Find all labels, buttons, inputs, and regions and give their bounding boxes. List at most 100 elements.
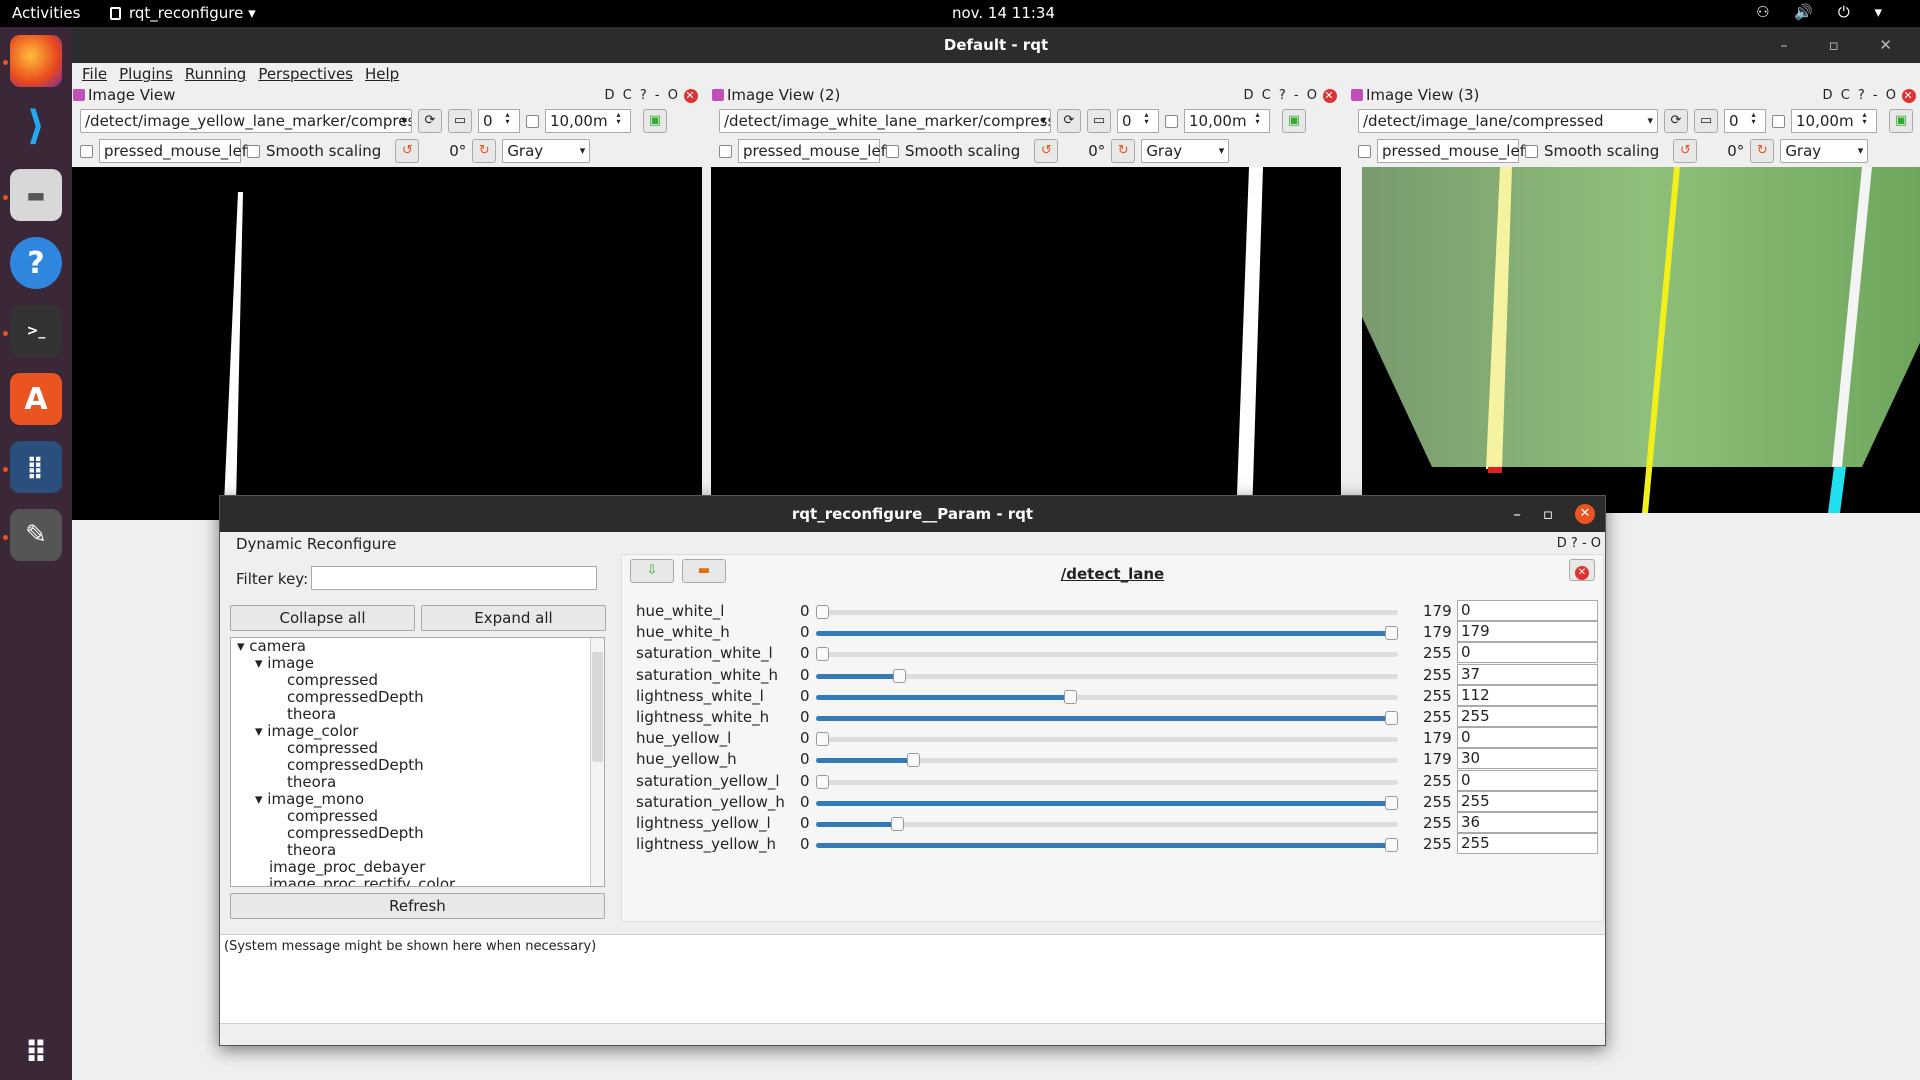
zoom-spinbox[interactable]: 10,00m xyxy=(1184,109,1270,133)
param-slider[interactable] xyxy=(816,838,1398,853)
menu-running[interactable]: Running xyxy=(185,65,246,83)
dynamic-range-checkbox[interactable] xyxy=(526,114,539,128)
show-apps-icon[interactable]: ⠿ xyxy=(10,1027,62,1079)
maximize-icon[interactable]: ▫ xyxy=(1543,496,1553,532)
terminal-icon[interactable]: >_ xyxy=(10,305,62,357)
close-icon[interactable]: ✕ xyxy=(1575,504,1595,524)
param-slider[interactable] xyxy=(816,774,1398,789)
files-icon[interactable]: ▬ xyxy=(10,169,62,221)
mouse-checkbox[interactable] xyxy=(719,144,732,158)
param-value-input[interactable]: 179 xyxy=(1457,621,1598,643)
param-slider[interactable] xyxy=(816,668,1398,683)
clock[interactable]: nov. 14 11:34 xyxy=(952,4,1055,22)
color-scheme-select[interactable]: Gray xyxy=(502,139,591,163)
dock-controls[interactable]: D C ? - O ✕ xyxy=(1244,86,1337,106)
param-value-input[interactable]: 0 xyxy=(1457,600,1598,621)
param-slider[interactable] xyxy=(816,711,1398,725)
topic-select[interactable]: /detect/image_yellow_lane_marker/compres xyxy=(80,109,412,133)
tree-item[interactable]: compressedDepth xyxy=(231,757,604,774)
system-tray[interactable]: ⚇ 🔊 ⏻ ▾ xyxy=(1756,3,1892,21)
close-icon[interactable]: ✕ xyxy=(1323,89,1337,103)
dynamic-range-checkbox[interactable] xyxy=(1772,114,1785,128)
mouse-topic-input[interactable]: pressed_mouse_left xyxy=(1377,139,1531,163)
save-image-button[interactable]: ▭ xyxy=(1087,109,1111,133)
slider-handle[interactable] xyxy=(1385,626,1398,641)
dock-controls[interactable]: D C ? - O ✕ xyxy=(605,86,698,106)
tree-item[interactable]: image_proc_debayer xyxy=(231,859,604,876)
slider-handle[interactable] xyxy=(907,753,920,768)
param-value-input[interactable]: 37 xyxy=(1457,663,1598,685)
param-value-input[interactable]: 36 xyxy=(1457,812,1598,833)
param-value-input[interactable]: 0 xyxy=(1457,769,1598,791)
param-value-input[interactable]: 0 xyxy=(1457,727,1598,749)
zoom-spinbox[interactable]: 10,00m xyxy=(1791,109,1877,133)
tree-item[interactable]: compressedDepth xyxy=(231,689,604,706)
save-image-button[interactable]: ▭ xyxy=(1694,109,1718,133)
rotate-left-icon[interactable]: ↺ xyxy=(1034,139,1059,163)
param-value-input[interactable]: 255 xyxy=(1457,706,1598,727)
param-slider[interactable] xyxy=(816,605,1398,619)
param-slider[interactable] xyxy=(816,753,1398,768)
scrollbar-thumb[interactable] xyxy=(592,652,603,762)
dynamic-range-checkbox[interactable] xyxy=(1165,114,1178,128)
param-slider[interactable] xyxy=(816,626,1398,641)
color-scheme-select[interactable]: Gray xyxy=(1141,139,1230,163)
tree-item[interactable]: image_proc_rectify_color xyxy=(231,876,604,887)
color-scheme-select[interactable]: Gray xyxy=(1780,139,1869,163)
close-node-button[interactable]: ✕ xyxy=(1569,559,1595,581)
slider-handle[interactable] xyxy=(816,732,829,747)
window-controls[interactable]: – ▫ ✕ xyxy=(1780,27,1910,63)
param-value-input[interactable]: 112 xyxy=(1457,684,1598,706)
param-slider[interactable] xyxy=(816,647,1398,662)
vscode-icon[interactable]: ⟩ xyxy=(10,100,62,152)
appstore-icon[interactable]: A xyxy=(10,373,62,425)
refresh-topics-button[interactable]: ⟳ xyxy=(418,109,442,133)
slider-handle[interactable] xyxy=(1064,689,1077,704)
param-slider[interactable] xyxy=(816,795,1398,810)
tree-item[interactable]: theora xyxy=(231,706,604,723)
image-spinbox[interactable]: 0 xyxy=(478,109,520,133)
refresh-topics-button[interactable]: ⟳ xyxy=(1664,109,1688,133)
zoom-spinbox[interactable]: 10,00m xyxy=(545,109,631,133)
rotate-left-icon[interactable]: ↺ xyxy=(395,139,420,163)
dock-controls[interactable]: D C ? - O ✕ xyxy=(1823,86,1916,106)
node-tree[interactable]: ▾ camera ▾ image compressed compressedDepth… xyxy=(230,637,605,887)
param-value-input[interactable]: 0 xyxy=(1457,642,1598,664)
slider-handle[interactable] xyxy=(1385,838,1398,853)
mouse-topic-input[interactable]: pressed_mouse_left xyxy=(738,139,892,163)
param-value-input[interactable]: 30 xyxy=(1457,748,1598,770)
tree-item[interactable]: compressed xyxy=(231,740,604,757)
param-value-input[interactable]: 255 xyxy=(1457,790,1598,812)
tree-item[interactable]: ▾ image xyxy=(231,655,604,672)
slider-handle[interactable] xyxy=(816,774,829,789)
topic-select[interactable]: /detect/image_lane/compressed xyxy=(1358,109,1658,133)
refresh-button[interactable]: Refresh xyxy=(230,893,605,919)
tree-item[interactable]: theora xyxy=(231,774,604,791)
rotate-right-icon[interactable]: ↻ xyxy=(1111,139,1136,163)
publish-click-button[interactable]: ▣ xyxy=(643,109,667,133)
smooth-scaling-checkbox[interactable] xyxy=(886,144,899,158)
tree-item[interactable]: theora xyxy=(231,842,604,859)
editor-icon[interactable]: ✎ xyxy=(10,509,62,561)
publish-click-button[interactable]: ▣ xyxy=(1282,109,1306,133)
slider-handle[interactable] xyxy=(1385,795,1398,810)
tree-item[interactable]: ▾ camera xyxy=(231,638,604,655)
tree-scrollbar[interactable] xyxy=(590,638,604,886)
tree-item[interactable]: compressed xyxy=(231,808,604,825)
tree-item[interactable]: ▾ image_color xyxy=(231,723,604,740)
menu-help[interactable]: Help xyxy=(365,65,399,83)
minimize-icon[interactable]: – xyxy=(1513,496,1521,532)
activities-button[interactable]: Activities xyxy=(12,4,80,22)
tree-item[interactable]: ▾ image_mono xyxy=(231,791,604,808)
mouse-topic-input[interactable]: pressed_mouse_left xyxy=(99,139,253,163)
slider-handle[interactable] xyxy=(1385,711,1398,725)
param-slider[interactable] xyxy=(816,732,1398,747)
smooth-scaling-checkbox[interactable] xyxy=(247,144,260,158)
image-spinbox[interactable]: 0 xyxy=(1117,109,1159,133)
dock-controls[interactable]: D ? - O xyxy=(1557,534,1601,554)
slider-handle[interactable] xyxy=(816,605,829,619)
menu-perspectives[interactable]: Perspectives xyxy=(258,65,353,83)
filter-input[interactable] xyxy=(311,566,597,590)
refresh-topics-button[interactable]: ⟳ xyxy=(1057,109,1081,133)
firefox-icon[interactable] xyxy=(10,35,62,87)
